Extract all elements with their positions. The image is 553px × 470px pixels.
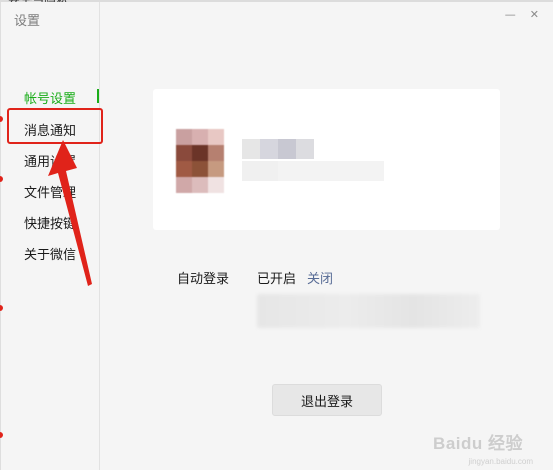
baidu-watermark: Baidu 经验 xyxy=(433,434,523,453)
annotation-arrow xyxy=(48,140,92,286)
arrow-shape xyxy=(48,140,92,286)
baidu-watermark-url: jingyan.baidu.com xyxy=(468,457,533,466)
